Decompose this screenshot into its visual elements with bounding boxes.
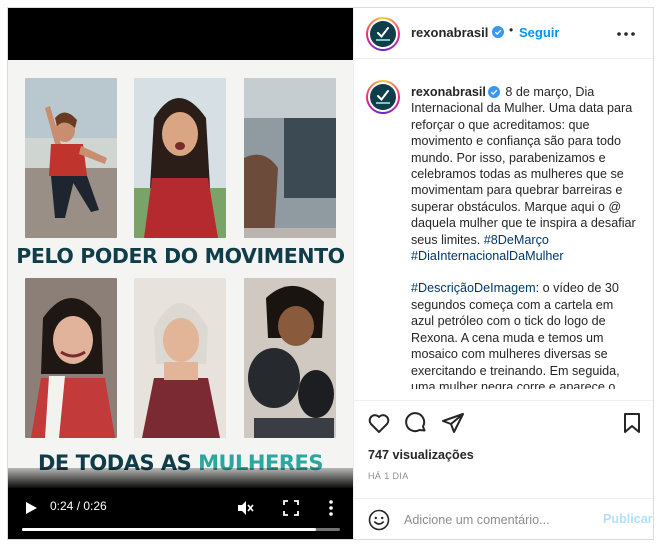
photo-tile-boxer (244, 278, 336, 438)
heart-icon (368, 414, 390, 433)
avatar[interactable] (366, 17, 400, 51)
caption-text: 8 de março, Dia Internacional da Mulher.… (411, 85, 636, 247)
video-frame: PELO PODER DO MOVIMENTO DE TODAS AS MULH… (8, 60, 353, 488)
post-modal: PELO PODER DO MOVIMENTO DE TODAS AS MULH… (7, 7, 654, 540)
comment-form: Publicar (354, 498, 653, 539)
video-progress-bar[interactable] (22, 528, 340, 531)
comment-bubble-icon (405, 412, 426, 433)
hashtag-link[interactable]: #8DeMarço (484, 233, 549, 247)
comment-input[interactable] (404, 509, 589, 531)
post-header: rexonabrasil • Seguir (354, 8, 653, 59)
like-button[interactable] (367, 411, 391, 435)
video-time-display: 0:24 / 0:26 (50, 499, 107, 513)
play-icon[interactable] (24, 501, 38, 515)
follow-button[interactable]: Seguir (519, 25, 559, 40)
caption-image-description: : o vídeo de 30 segundos começa com a ca… (411, 281, 620, 389)
video-progress-fill (22, 528, 316, 531)
video-player[interactable]: PELO PODER DO MOVIMENTO DE TODAS AS MULH… (8, 8, 353, 539)
rexona-logo-icon (370, 21, 396, 47)
view-count[interactable]: 747 visualizações (368, 448, 474, 462)
verified-badge-icon (487, 86, 500, 98)
smiley-icon[interactable] (368, 509, 390, 531)
save-button[interactable] (620, 411, 644, 435)
photo-tile-jumping-woman (25, 78, 117, 238)
photo-tile-gray-haired-woman (134, 278, 226, 438)
comment-button[interactable] (404, 411, 428, 435)
video-headline-line1: PELO PODER DO MOVIMENTO (16, 244, 345, 268)
more-options-icon[interactable] (326, 499, 336, 517)
publish-button[interactable]: Publicar (603, 512, 653, 526)
speaker-muted-icon[interactable] (236, 499, 254, 517)
post-caption: rexonabrasil 8 de março, Dia Internacion… (411, 84, 639, 389)
photo-tile-woman-towel (25, 278, 117, 438)
photo-tile-smiling-woman (134, 78, 226, 238)
hashtag-link[interactable]: #DescriçãoDeImagem (411, 281, 536, 295)
avatar[interactable] (366, 80, 400, 114)
verified-badge-icon (492, 26, 504, 38)
separator-dot: • (509, 23, 514, 37)
hashtag-link[interactable]: #DiaInternacionalDaMulher (411, 249, 564, 263)
post-actions-bar (354, 400, 653, 440)
post-sidebar: rexonabrasil • Seguir rexonabrasil 8 de … (353, 8, 653, 539)
header-username[interactable]: rexonabrasil (411, 25, 488, 40)
post-timestamp[interactable]: HÁ 1 DIA (368, 471, 409, 481)
share-button[interactable] (441, 411, 465, 435)
caption-username[interactable]: rexonabrasil (411, 85, 486, 99)
video-controls: 0:24 / 0:26 (8, 468, 353, 539)
paper-plane-icon (442, 413, 464, 433)
bookmark-icon (624, 413, 640, 433)
rexona-logo-icon (370, 84, 396, 110)
more-options-icon[interactable] (616, 31, 636, 37)
fullscreen-icon[interactable] (283, 500, 299, 516)
photo-tile-runner (244, 78, 336, 238)
